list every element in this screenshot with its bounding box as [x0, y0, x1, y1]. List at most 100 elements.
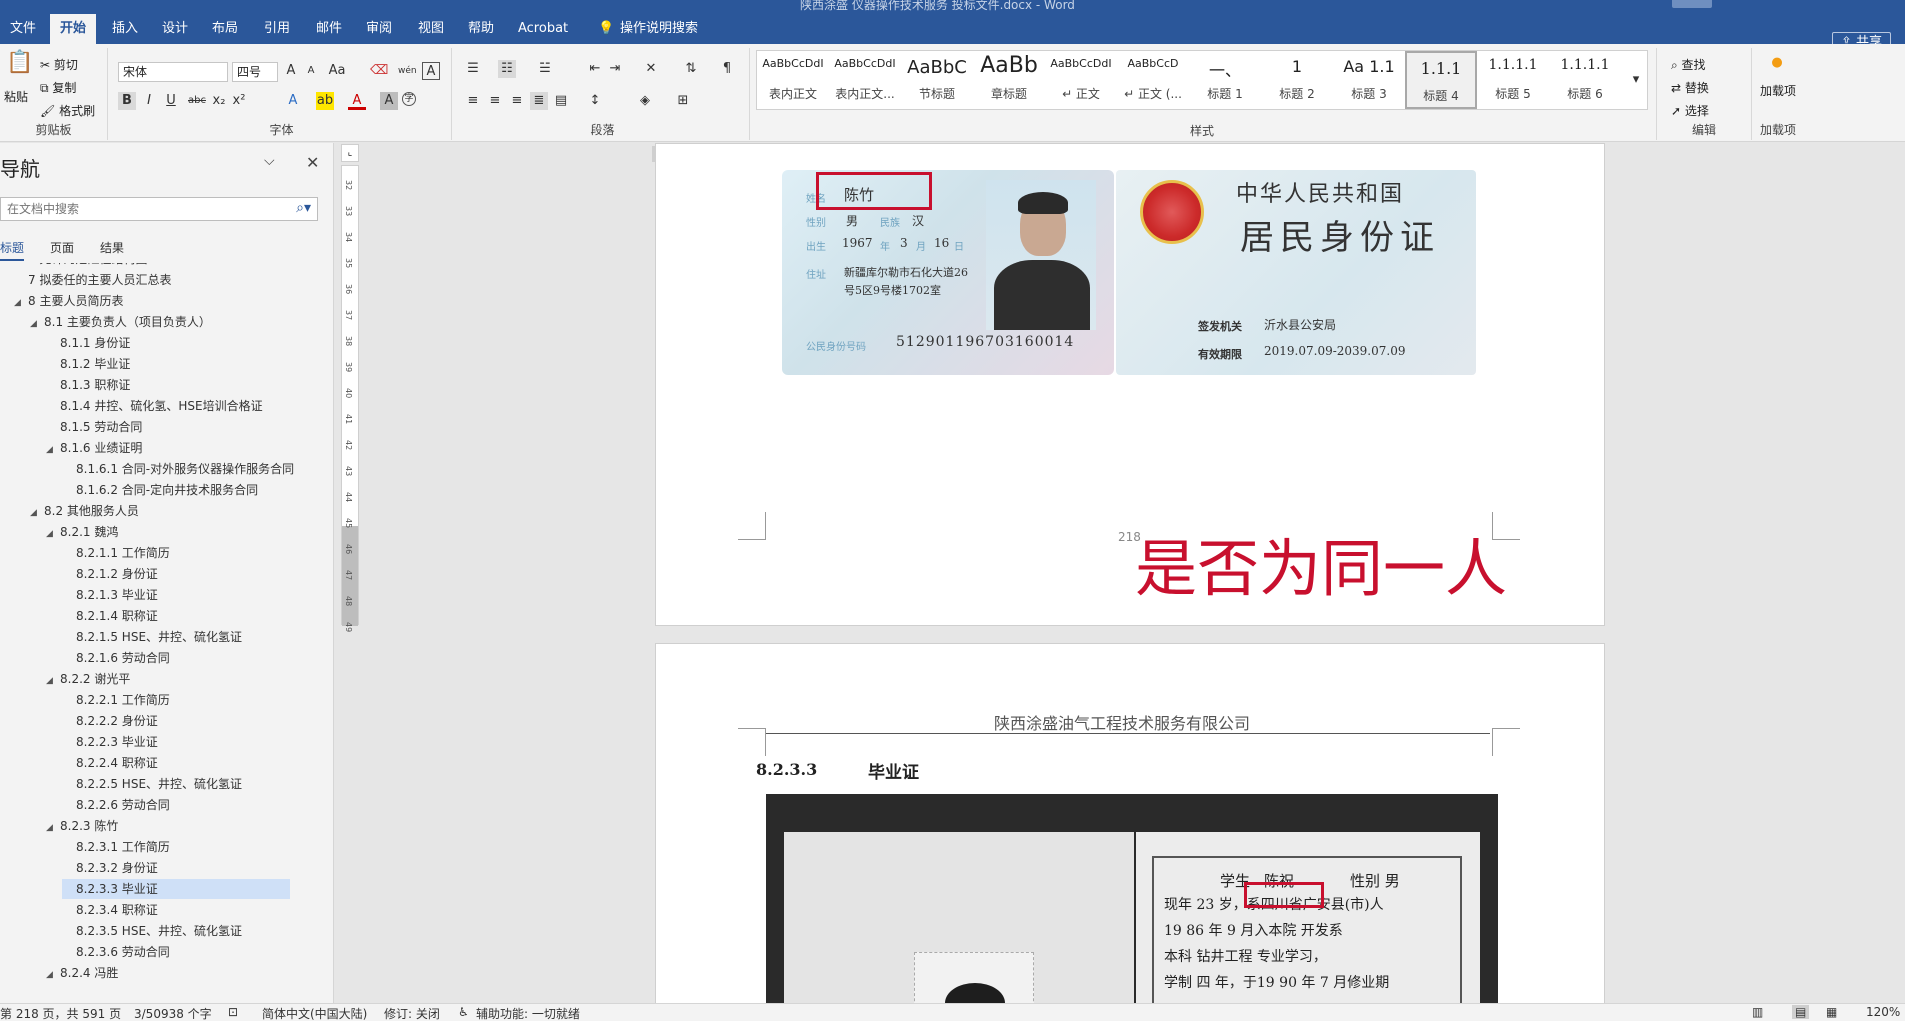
collapse-triangle-icon[interactable]: ◢ — [46, 440, 60, 460]
nav-tree-item[interactable]: ◢ 8.1 主要负责人（项目负责人） — [30, 312, 211, 332]
nav-tree-item[interactable]: ◢ 8.2 其他服务人员 — [30, 501, 139, 521]
style-item[interactable]: 1 标题 2 — [1261, 51, 1333, 109]
nav-tree-item[interactable]: ◢ 8 主要人员简历表 — [14, 291, 123, 311]
web-layout-icon[interactable]: ▦ — [1826, 1005, 1837, 1019]
strikethrough-icon[interactable]: abc — [188, 92, 206, 110]
enclose-char-icon[interactable]: 字 — [402, 92, 416, 106]
styles-more-icon[interactable]: ▾ — [1627, 71, 1645, 89]
tab-insert[interactable]: 插入 — [108, 14, 142, 44]
nav-tree-item[interactable]: 8.2.3.6 劳动合同 — [62, 942, 170, 962]
collapse-triangle-icon[interactable]: ◢ — [46, 965, 60, 985]
nav-tree-item[interactable]: 8.2.2.4 职称证 — [62, 753, 158, 773]
style-item[interactable]: Aa 1.1 标题 3 — [1333, 51, 1405, 109]
style-item[interactable]: 1.1.1.1 标题 6 — [1549, 51, 1621, 109]
nav-tree-item[interactable]: 8.1.4 井控、硫化氢、HSE培训合格证 — [46, 396, 263, 416]
tell-me-search[interactable]: 操作说明搜索 — [616, 14, 702, 44]
nav-tree-item[interactable]: 6 允许的危险性结构图 — [14, 263, 147, 269]
nav-search-input[interactable] — [1, 198, 281, 220]
status-page[interactable]: 第 218 页，共 591 页 — [0, 1005, 121, 1021]
nav-tree-item[interactable]: 8.1.6.2 合同-定向井技术服务合同 — [62, 480, 258, 500]
increase-indent-icon[interactable]: ⇥ — [606, 60, 624, 78]
superscript-icon[interactable]: x² — [230, 92, 248, 110]
shading-icon[interactable]: ◈ — [636, 92, 654, 110]
style-item[interactable]: AaBbCcDdI ↵ 正文 — [1045, 51, 1117, 109]
underline-icon[interactable]: U — [162, 92, 180, 110]
nav-tree-item[interactable]: 8.2.2.6 劳动合同 — [62, 795, 170, 815]
collapse-triangle-icon[interactable]: ◢ — [14, 293, 28, 313]
justify-icon[interactable]: ≣ — [530, 92, 548, 110]
tab-references[interactable]: 引用 — [260, 14, 294, 44]
style-item[interactable]: 一、 标题 1 — [1189, 51, 1261, 109]
text-effects-icon[interactable]: A — [284, 92, 302, 110]
nav-tree-item[interactable]: 8.2.1.6 劳动合同 — [62, 648, 170, 668]
nav-tree-item[interactable]: 8.2.2.2 身份证 — [62, 711, 158, 731]
tab-acrobat[interactable]: Acrobat — [514, 14, 572, 44]
style-item[interactable]: AaBbCcDdI 表内正文 — [757, 51, 829, 109]
tab-layout[interactable]: 布局 — [208, 14, 242, 44]
proofing-icon[interactable]: ⊡ — [228, 1005, 238, 1019]
collapse-triangle-icon[interactable]: ◢ — [30, 314, 44, 334]
nav-tree-item[interactable]: 8.2.1.1 工作简历 — [62, 543, 170, 563]
tab-mailings[interactable]: 邮件 — [312, 14, 346, 44]
borders-icon[interactable]: ⊞ — [674, 92, 692, 110]
distributed-icon[interactable]: ▤ — [552, 92, 570, 110]
align-left-icon[interactable]: ≡ — [464, 92, 482, 110]
nav-tab-headings[interactable]: 标题 — [0, 239, 25, 261]
nav-tree-item[interactable]: ◢ 8.2.3 陈竹 — [46, 816, 118, 836]
collapse-triangle-icon[interactable]: ◢ — [46, 818, 60, 838]
bold-icon[interactable]: B — [118, 92, 136, 110]
nav-tree-item[interactable]: 7 拟委任的主要人员汇总表 — [14, 270, 171, 290]
nav-tree-item[interactable]: 8.1.2 毕业证 — [46, 354, 130, 374]
chinese-layout-icon[interactable]: ✕ — [642, 60, 660, 78]
nav-tree-item[interactable]: 8.2.1.4 职称证 — [62, 606, 158, 626]
font-name-select[interactable]: 宋体 — [118, 62, 228, 82]
tab-review[interactable]: 审阅 — [362, 14, 396, 44]
style-item[interactable]: AaBbC 节标题 — [901, 51, 973, 109]
nav-tree-item[interactable]: 8.2.2.5 HSE、井控、硫化氢证 — [62, 774, 242, 794]
nav-tree-item[interactable]: 8.2.3.5 HSE、井控、硫化氢证 — [62, 921, 242, 941]
nav-tree-item[interactable]: ◢ 8.2.1 魏鸿 — [46, 522, 118, 542]
shrink-font-icon[interactable]: A — [302, 62, 320, 80]
nav-tree-item[interactable]: 8.2.1.5 HSE、井控、硫化氢证 — [62, 627, 242, 647]
find-button[interactable]: ⌕ 查找 — [1671, 56, 1706, 73]
char-border-icon[interactable]: A — [422, 62, 440, 80]
nav-tree-item[interactable]: ◢ 8.1.6 业绩证明 — [46, 438, 142, 458]
nav-tree-item[interactable]: 8.1.6.1 合同-对外服务仪器操作服务合同 — [62, 459, 294, 479]
style-item-selected[interactable]: 1.1.1 标题 4 — [1405, 51, 1477, 109]
paste-button[interactable]: 粘贴 — [4, 88, 28, 105]
change-case-icon[interactable]: Aa — [328, 62, 346, 80]
nav-tree-item[interactable]: 8.2.1.3 毕业证 — [62, 585, 158, 605]
replace-button[interactable]: ⇄ 替换 — [1671, 79, 1709, 96]
sort-icon[interactable]: ⇅ — [682, 60, 700, 78]
nav-tab-results[interactable]: 结果 — [100, 239, 124, 256]
highlight-icon[interactable]: ab — [316, 92, 334, 110]
login-button[interactable] — [1672, 0, 1712, 8]
numbering-icon[interactable]: ☷ — [498, 60, 516, 78]
nav-tree-item[interactable]: 8.2.2.3 毕业证 — [62, 732, 158, 752]
decrease-indent-icon[interactable]: ⇤ — [586, 60, 604, 78]
align-right-icon[interactable]: ≡ — [508, 92, 526, 110]
nav-tree-item[interactable]: 8.2.3.3 毕业证 — [62, 879, 290, 899]
show-marks-icon[interactable]: ¶ — [718, 60, 736, 78]
style-item[interactable]: AaBbCcD ↵ 正文 (... — [1117, 51, 1189, 109]
grow-font-icon[interactable]: A — [282, 62, 300, 80]
search-icon[interactable]: ⌕▾ — [296, 200, 311, 216]
close-icon[interactable]: ✕ — [306, 153, 319, 172]
nav-tree-item[interactable]: 8.1.3 职称证 — [46, 375, 130, 395]
nav-tab-pages[interactable]: 页面 — [50, 239, 74, 256]
char-shading-icon[interactable]: A — [380, 92, 398, 110]
style-item[interactable]: 1.1.1.1 标题 5 — [1477, 51, 1549, 109]
print-layout-icon[interactable]: ▤ — [1792, 1005, 1810, 1019]
nav-tree-item[interactable]: 8.2.3.2 身份证 — [62, 858, 158, 878]
collapse-triangle-icon[interactable]: ◢ — [46, 524, 60, 544]
status-track-changes[interactable]: 修订: 关闭 — [384, 1005, 440, 1021]
status-zoom[interactable]: 120% — [1866, 1005, 1900, 1019]
read-mode-icon[interactable]: ▥ — [1752, 1005, 1763, 1019]
copy-button[interactable]: ⧉ 复制 — [40, 79, 76, 96]
align-center-icon[interactable]: ≡ — [486, 92, 504, 110]
select-button[interactable]: ➚ 选择 — [1671, 102, 1709, 119]
tab-help[interactable]: 帮助 — [464, 14, 498, 44]
tab-home[interactable]: 开始 — [50, 14, 97, 44]
nav-tree-item[interactable]: 8.2.3.1 工作简历 — [62, 837, 170, 857]
addins-button[interactable]: 加载项 — [1758, 82, 1798, 99]
